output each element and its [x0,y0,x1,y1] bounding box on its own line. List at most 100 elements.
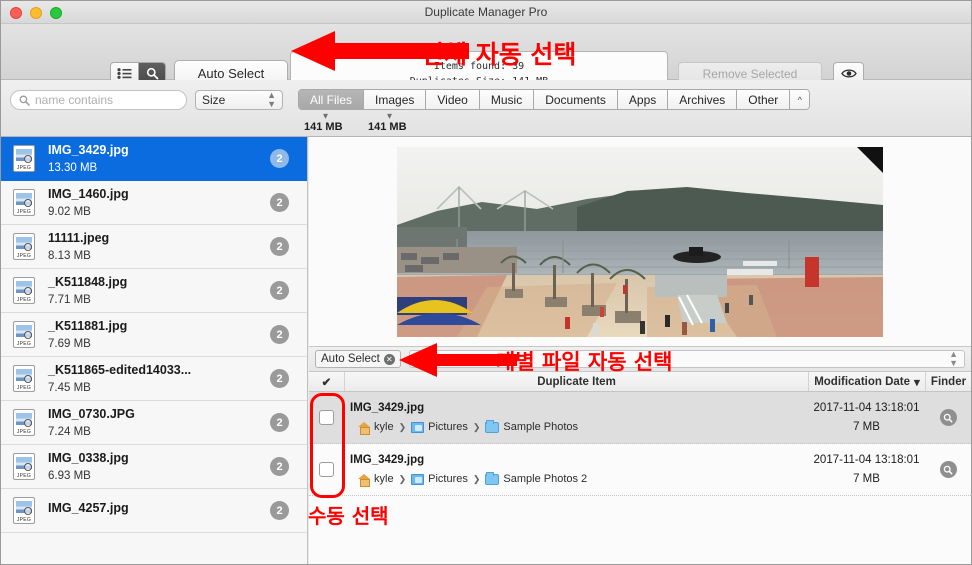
column-header-date-label: Modification Date [814,375,911,388]
breadcrumb-folder[interactable]: Sample Photos [485,419,578,433]
list-item[interactable]: JPEG IMG_4257.jpg 2 [1,489,307,533]
jpeg-file-icon: JPEG [13,409,35,436]
tab-music[interactable]: Music [478,90,534,109]
column-header-check[interactable]: ✔ [309,372,344,391]
breadcrumb-folder[interactable]: Sample Photos 2 [485,471,588,485]
row-file-name: IMG_3429.jpg [350,454,425,466]
close-button[interactable] [10,7,22,19]
breadcrumb-label: Pictures [428,421,468,433]
duplicate-count-badge: 2 [270,457,289,476]
traffic-lights [10,7,62,19]
jpeg-badge-label: JPEG [16,253,32,259]
clear-token-icon[interactable]: ✕ [383,353,395,365]
annotation-manual-select: 수동 선택 [308,504,389,528]
maximize-button[interactable] [50,7,62,19]
photo-corner-mark [857,146,883,173]
list-item[interactable]: JPEG _K511881.jpg 7.69 MB 2 [1,313,307,357]
list-item[interactable]: JPEG IMG_0338.jpg 6.93 MB 2 [1,445,307,489]
breadcrumb-home[interactable]: kyle [358,473,394,487]
duplicate-count-badge: 2 [270,413,289,432]
breadcrumb-pictures[interactable]: Pictures [411,473,468,485]
tab-other[interactable]: Other [736,90,790,109]
all-files-size: 141 MB [304,121,343,133]
column-header-finder[interactable]: Finder [925,372,971,391]
duplicate-count-badge: 2 [270,193,289,212]
annotation-rect-manual-checkboxes [310,393,345,498]
row-finder-cell[interactable] [925,444,971,495]
file-name: IMG_0338.jpg [48,451,129,465]
auto-select-token[interactable]: Auto Select ✕ [315,350,401,368]
breadcrumb-label: kyle [374,421,394,433]
preview-photo [397,146,883,337]
list-item[interactable]: JPEG _K511865-edited14033... 7.45 MB 2 [1,357,307,401]
tab-images[interactable]: Images [363,90,426,109]
image-preview [309,137,971,346]
file-name: 11111.jpeg [48,231,110,245]
file-size: 7.45 MB [48,382,91,394]
breadcrumb-pictures[interactable]: Pictures [411,421,468,433]
jpeg-file-icon: JPEG [13,277,35,304]
list-item[interactable]: JPEG _K511848.jpg 7.71 MB 2 [1,269,307,313]
file-size: 7.71 MB [48,294,91,306]
sort-by-select[interactable]: Size ▲ ▼ [195,90,283,110]
tab-documents[interactable]: Documents [533,90,617,109]
row-finder-cell[interactable] [925,392,971,443]
list-item[interactable]: JPEG IMG_1460.jpg 9.02 MB 2 [1,181,307,225]
jpeg-badge-label: JPEG [16,165,32,171]
breadcrumb-separator: ❯ [472,473,481,484]
row-modification-date: 2017-11-04 13:18:01 [813,454,920,466]
list-item[interactable]: JPEG IMG_0730.JPG 7.24 MB 2 [1,401,307,445]
minimize-button[interactable] [30,7,42,19]
jpeg-file-icon: JPEG [13,189,35,216]
reveal-in-finder-icon[interactable] [939,461,957,478]
chevron-down-icon: ▾ [914,376,920,389]
duplicate-count-badge: 2 [270,149,289,168]
list-item[interactable]: JPEG 11111.jpeg 8.13 MB 2 [1,225,307,269]
breadcrumb-label: Pictures [428,473,468,485]
search-placeholder: name contains [35,93,114,107]
file-name: IMG_1460.jpg [48,187,129,201]
duplicate-count-badge: 2 [270,237,289,256]
table-row[interactable]: IMG_3429.jpg kyle ❯ Pictures ❯ Sample Ph… [309,444,971,496]
file-name: _K511848.jpg [48,275,128,289]
sort-by-value: Size [202,93,226,107]
title-bar: Duplicate Manager Pro [1,1,971,24]
row-file-size: 7 MB [853,473,880,485]
breadcrumb-label: Sample Photos 2 [503,473,588,485]
folder-icon [485,471,500,485]
app-window: Duplicate Manager Pro Auto Select Items … [0,0,972,565]
breadcrumb-home[interactable]: kyle [358,421,394,435]
home-icon [358,421,370,435]
category-tabs[interactable]: All Files Images Video Music Documents A… [298,89,811,110]
column-header-date[interactable]: Modification Date ▾ [808,372,925,391]
jpeg-file-icon: JPEG [13,453,35,480]
tab-apps[interactable]: Apps [616,90,668,109]
file-list[interactable]: JPEG IMG_3429.jpg 13.30 MB 2 JPEG IMG_14… [1,137,308,564]
chevron-up-icon[interactable]: ^ [789,90,810,109]
pictures-folder-icon [411,421,425,433]
row-file-name: IMG_3429.jpg [350,402,425,414]
breadcrumb: kyle ❯ Pictures ❯ Sample Photos 2 [350,471,808,487]
tab-video[interactable]: Video [425,90,479,109]
duplicate-count-badge: 2 [270,501,289,520]
breadcrumb: kyle ❯ Pictures ❯ Sample Photos [350,419,808,435]
row-file-size: 7 MB [853,421,880,433]
search-icon [19,95,30,106]
reveal-in-finder-icon[interactable] [939,409,957,426]
stepper-icon: ▲ ▼ [267,90,276,109]
file-name: _K511881.jpg [48,319,128,333]
file-name: IMG_4257.jpg [48,501,129,515]
breadcrumb-label: kyle [374,473,394,485]
search-input[interactable]: name contains [10,90,187,110]
stepper-icon[interactable]: ▲ ▼ [949,350,958,368]
list-item[interactable]: JPEG IMG_3429.jpg 13.30 MB 2 [1,137,307,181]
file-size: 8.13 MB [48,250,91,262]
tab-archives[interactable]: Archives [667,90,737,109]
jpeg-badge-label: JPEG [16,209,32,215]
home-icon [358,473,370,487]
tab-all-files[interactable]: All Files [299,90,364,109]
jpeg-badge-label: JPEG [16,341,32,347]
table-row[interactable]: IMG_3429.jpg kyle ❯ Pictures ❯ Sample Ph… [309,392,971,444]
duplicate-count-badge: 2 [270,281,289,300]
file-size: 6.93 MB [48,470,91,482]
